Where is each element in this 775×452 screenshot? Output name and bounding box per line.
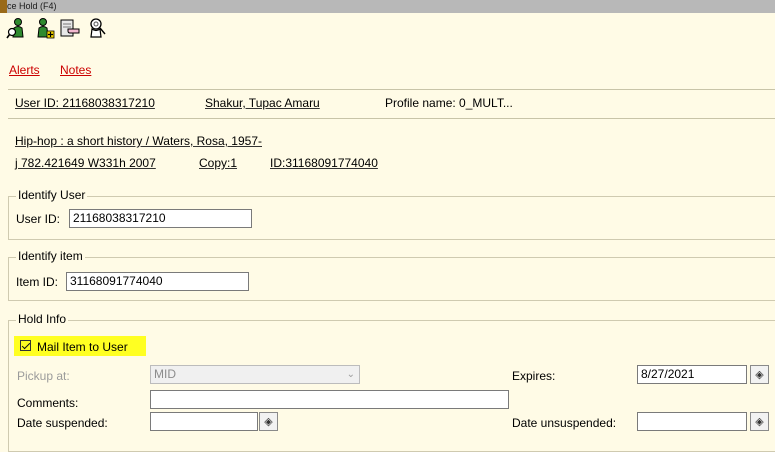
profile-name: Profile name: 0_MULT...: [385, 96, 513, 110]
date-unsuspended-input[interactable]: [637, 412, 747, 431]
item-id-summary: ID:31168091774040: [270, 156, 378, 170]
hold-info-legend: Hold Info: [16, 312, 69, 326]
comments-label: Comments:: [17, 396, 79, 410]
calendar-icon[interactable]: ◈: [750, 412, 769, 431]
point-at-hand-icon[interactable]: [58, 16, 82, 40]
expires-input[interactable]: 8/27/2021: [637, 365, 747, 384]
magnifying-user-icon[interactable]: [84, 16, 108, 40]
chevron-down-icon: ⌄: [346, 369, 355, 380]
identify-item-legend: Identify item: [16, 249, 85, 263]
item-id-input[interactable]: 31168091774040: [66, 272, 249, 291]
comments-input[interactable]: [150, 390, 509, 409]
window-title: ce Hold (F4): [7, 1, 57, 11]
date-unsuspended-label: Date unsuspended:: [512, 416, 617, 430]
divider: [8, 89, 775, 90]
mail-item-checkbox[interactable]: [20, 340, 31, 351]
item-copy: Copy:1: [199, 156, 238, 170]
calendar-icon[interactable]: ◈: [259, 412, 278, 431]
app-icon: [0, 0, 7, 13]
user-search-icon[interactable]: [5, 16, 29, 40]
item-id-label: Item ID:: [16, 275, 59, 289]
expires-label: Expires:: [512, 369, 556, 383]
item-call-number: j 782.421649 W331h 2007: [15, 156, 156, 170]
identify-user-legend: Identify User: [16, 188, 88, 202]
date-suspended-input[interactable]: [150, 412, 258, 431]
date-suspended-label: Date suspended:: [17, 416, 108, 430]
mail-item-label[interactable]: Mail Item to User: [37, 340, 128, 354]
calendar-icon[interactable]: ◈: [750, 365, 769, 384]
title-bar: ce Hold (F4): [0, 0, 775, 13]
item-title-line: Hip-hop : a short history / Waters, Rosa…: [15, 134, 262, 148]
alerts-link[interactable]: Alerts: [9, 63, 40, 77]
pickup-value: MID: [154, 367, 176, 381]
add-user-icon[interactable]: [33, 16, 57, 40]
user-id-input[interactable]: 21168038317210: [69, 209, 252, 228]
pickup-label: Pickup at:: [17, 369, 70, 383]
user-name: Shakur, Tupac Amaru: [205, 96, 320, 110]
divider: [8, 118, 775, 119]
pickup-select[interactable]: MID ⌄: [150, 365, 360, 384]
user-id-summary: User ID: 21168038317210: [15, 96, 155, 110]
user-id-label: User ID:: [16, 212, 61, 226]
notes-link[interactable]: Notes: [60, 63, 91, 77]
